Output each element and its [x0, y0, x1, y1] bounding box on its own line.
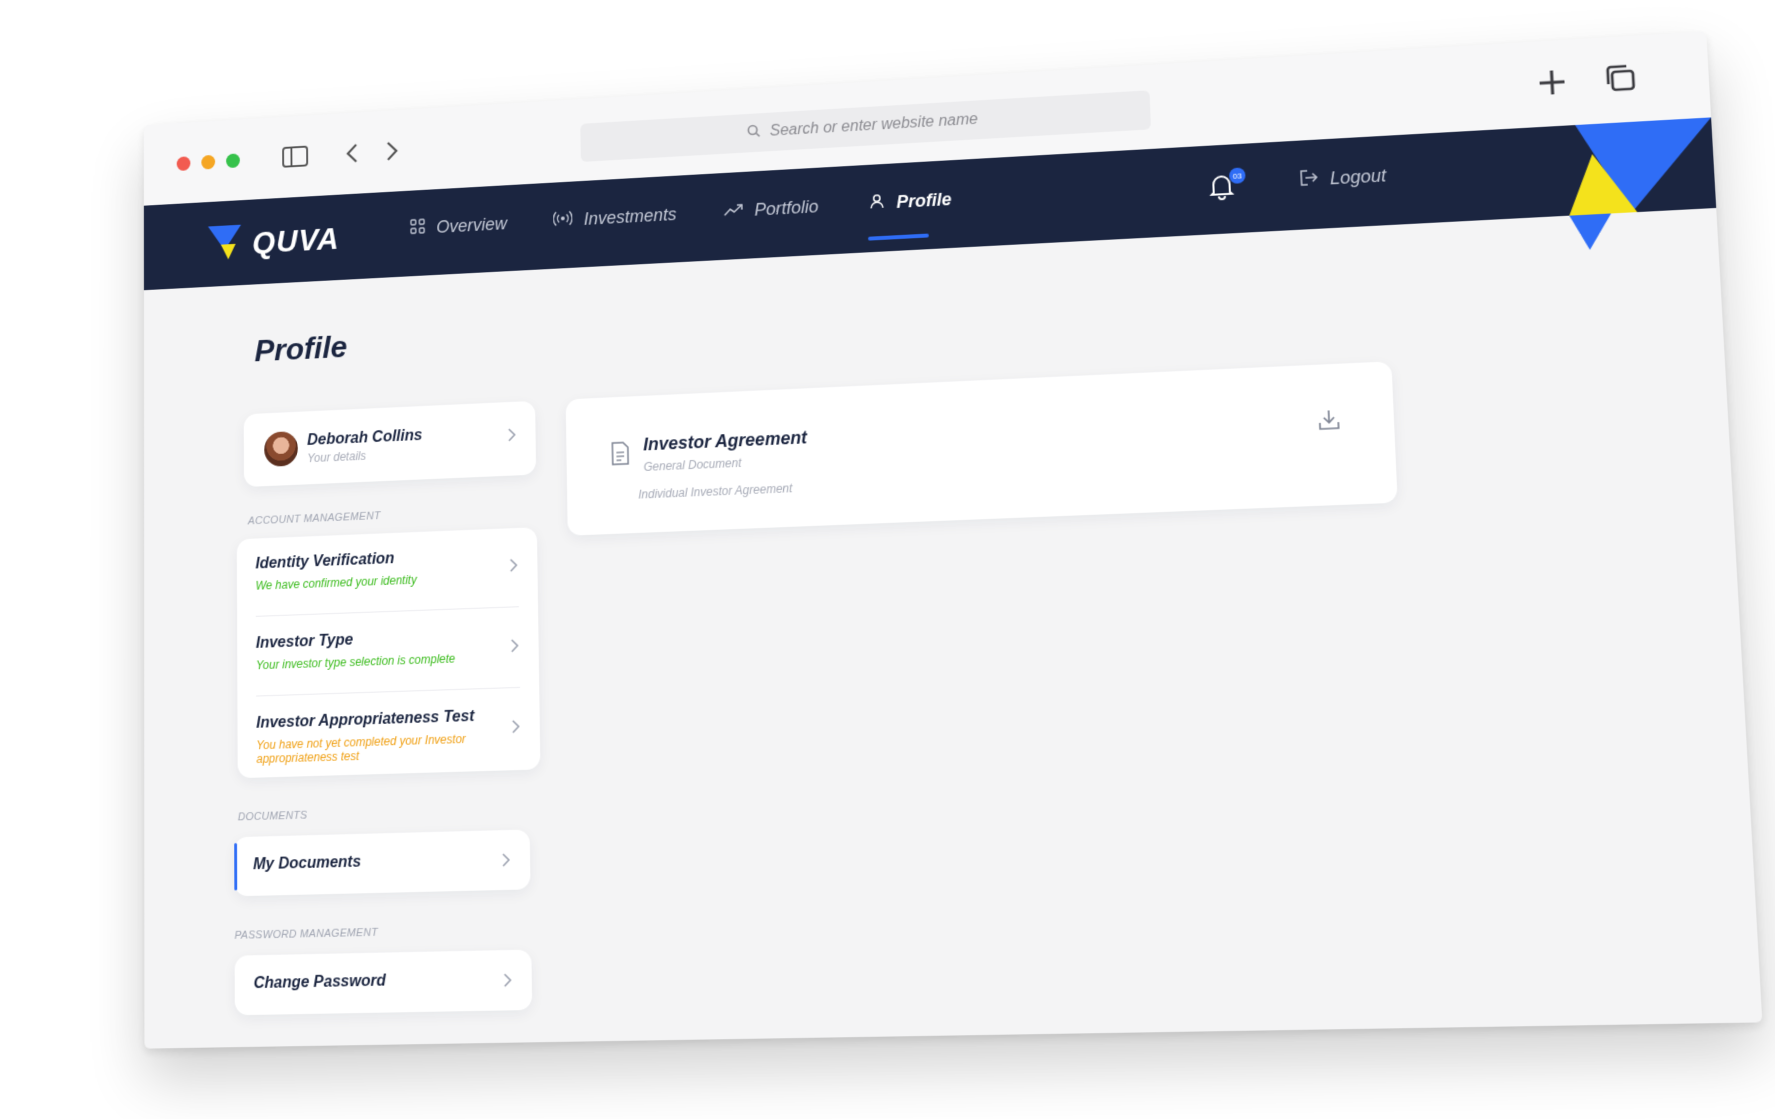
tabs-overview-icon[interactable]	[1599, 57, 1643, 99]
chevron-right-icon	[501, 852, 511, 873]
sidebar-toggle-icon[interactable]	[281, 142, 309, 172]
identity-verification-item[interactable]: Identity Verification We have confirmed …	[237, 527, 538, 616]
profile-details-card[interactable]: Deborah Collins Your details	[243, 400, 537, 488]
chevron-right-icon	[503, 972, 513, 993]
nav-investments-label: Investments	[583, 204, 677, 229]
user-icon	[869, 193, 885, 214]
logo-mark-icon	[207, 221, 245, 269]
back-icon[interactable]	[339, 138, 367, 168]
address-bar-placeholder: Search or enter website name	[769, 111, 979, 140]
nav-portfolio-label: Portfolio	[754, 196, 819, 220]
section-account-management: ACCOUNT MANAGEMENT	[247, 510, 381, 528]
logout-label: Logout	[1329, 165, 1387, 189]
investor-type-title: Investor Type	[255, 631, 354, 652]
address-bar[interactable]: Search or enter website name	[580, 90, 1151, 162]
chevron-right-icon	[511, 719, 521, 740]
change-password-item[interactable]: Change Password	[234, 949, 533, 1016]
chevron-right-icon	[510, 638, 520, 659]
section-password-management: PASSWORD MANAGEMENT	[234, 926, 378, 942]
nav-profile[interactable]: Profile	[869, 189, 952, 214]
logout-icon	[1299, 169, 1318, 191]
active-item-indicator	[234, 843, 238, 891]
agreement-type: General Document	[643, 455, 742, 474]
broadcast-icon	[553, 210, 572, 231]
change-password-title: Change Password	[253, 972, 386, 993]
avatar	[264, 430, 298, 467]
page-title: Profile	[254, 329, 348, 369]
active-tab-indicator	[868, 233, 929, 241]
search-icon	[746, 123, 760, 142]
close-window-button[interactable]	[176, 156, 191, 172]
quva-logo[interactable]: QUVA	[207, 215, 340, 269]
identity-verification-title: Identity Verification	[255, 550, 395, 573]
new-tab-icon[interactable]	[1530, 61, 1573, 103]
notification-badge: 03	[1228, 167, 1246, 184]
my-documents-item[interactable]: My Documents	[234, 829, 531, 897]
profile-name: Deborah Collins	[307, 427, 423, 449]
grid-icon	[410, 218, 425, 239]
investor-type-item[interactable]: Investor Type Your investor type selecti…	[237, 607, 539, 696]
investor-type-status: Your investor type selection is complete	[255, 651, 456, 673]
window-controls	[176, 153, 240, 172]
minimize-window-button[interactable]	[201, 154, 216, 170]
appropriateness-test-item[interactable]: Investor Appropriateness Test You have n…	[237, 688, 540, 776]
nav-overview[interactable]: Overview	[410, 214, 507, 239]
logo-text: QUVA	[252, 221, 340, 260]
chevron-right-icon	[507, 427, 517, 448]
appropriateness-test-status: You have not yet completed your Investor…	[256, 732, 466, 766]
brand-triangles-decoration	[1566, 117, 1717, 251]
identity-verification-status: We have confirmed your identity	[255, 572, 417, 593]
logout-button[interactable]: Logout	[1299, 166, 1387, 192]
nav-portfolio[interactable]: Portfolio	[723, 196, 819, 222]
agreement-description: Individual Investor Agreement	[638, 481, 793, 502]
stage: Search or enter website name QUVA Overvi…	[0, 0, 1775, 1119]
section-documents: DOCUMENTS	[237, 809, 308, 824]
account-management-card: Identity Verification We have confirmed …	[236, 527, 541, 779]
download-icon[interactable]	[1317, 408, 1341, 431]
document-icon	[610, 441, 632, 467]
forward-icon[interactable]	[378, 136, 406, 166]
appropriateness-test-title: Investor Appropriateness Test	[256, 708, 475, 732]
nav-overview-label: Overview	[436, 213, 508, 237]
chevron-right-icon	[509, 557, 519, 578]
my-documents-title: My Documents	[253, 853, 362, 874]
profile-subtitle: Your details	[307, 449, 367, 466]
trending-up-icon	[723, 201, 743, 222]
investor-agreement-card[interactable]: Investor Agreement General Document Indi…	[565, 361, 1398, 536]
browser-window: Search or enter website name QUVA Overvi…	[143, 31, 1763, 1049]
nav-profile-label: Profile	[896, 189, 952, 212]
agreement-title: Investor Agreement	[643, 427, 808, 455]
nav-investments[interactable]: Investments	[553, 204, 677, 232]
maximize-window-button[interactable]	[226, 153, 240, 169]
